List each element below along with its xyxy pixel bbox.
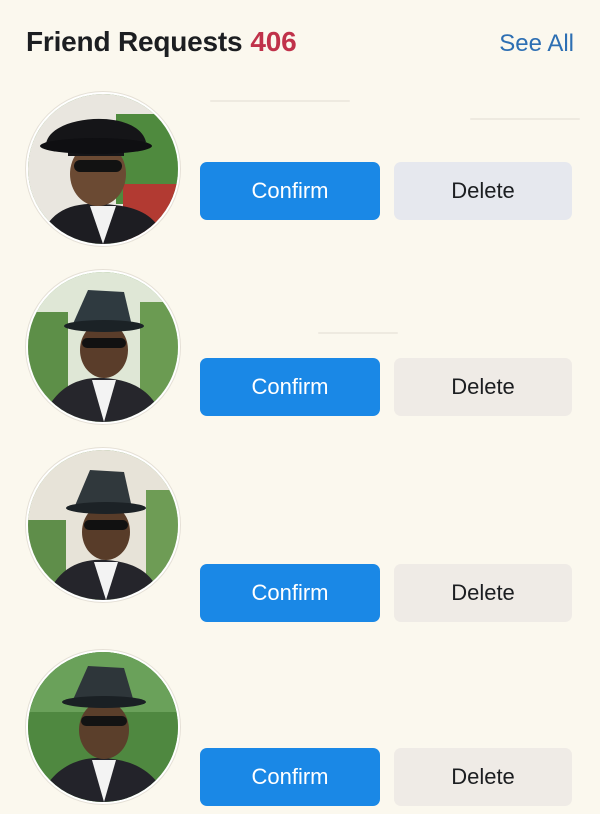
section-title: Friend Requests 406 bbox=[26, 26, 297, 58]
friend-request-item: Confirm Delete bbox=[0, 268, 600, 428]
avatar-photo-icon bbox=[28, 652, 178, 802]
friend-requests-header: Friend Requests 406 See All bbox=[26, 26, 574, 66]
friend-request-item: Confirm Delete bbox=[0, 88, 600, 248]
avatar-photo-icon bbox=[28, 450, 178, 600]
delete-button[interactable]: Delete bbox=[394, 748, 572, 806]
see-all-link[interactable]: See All bbox=[499, 30, 574, 58]
delete-button[interactable]: Delete bbox=[394, 358, 572, 416]
profile-avatar[interactable] bbox=[26, 92, 180, 246]
profile-avatar[interactable] bbox=[26, 270, 180, 424]
friend-requests-panel: Friend Requests 406 See All Confirm Delet… bbox=[0, 0, 600, 814]
confirm-button[interactable]: Confirm bbox=[200, 748, 380, 806]
blurred-mutual-placeholder bbox=[470, 118, 580, 120]
friend-request-item: Confirm Delete bbox=[0, 644, 600, 806]
profile-avatar[interactable] bbox=[26, 448, 180, 602]
section-title-text: Friend Requests bbox=[26, 26, 243, 57]
friend-request-item: Confirm Delete bbox=[0, 446, 600, 622]
request-count: 406 bbox=[250, 26, 297, 57]
blurred-name-placeholder bbox=[210, 100, 350, 102]
delete-button[interactable]: Delete bbox=[394, 162, 572, 220]
avatar-photo-icon bbox=[28, 94, 178, 244]
delete-button[interactable]: Delete bbox=[394, 564, 572, 622]
avatar-photo-icon bbox=[28, 272, 178, 422]
confirm-button[interactable]: Confirm bbox=[200, 564, 380, 622]
confirm-button[interactable]: Confirm bbox=[200, 162, 380, 220]
blurred-name-placeholder bbox=[318, 332, 398, 334]
profile-avatar[interactable] bbox=[26, 650, 180, 804]
confirm-button[interactable]: Confirm bbox=[200, 358, 380, 416]
